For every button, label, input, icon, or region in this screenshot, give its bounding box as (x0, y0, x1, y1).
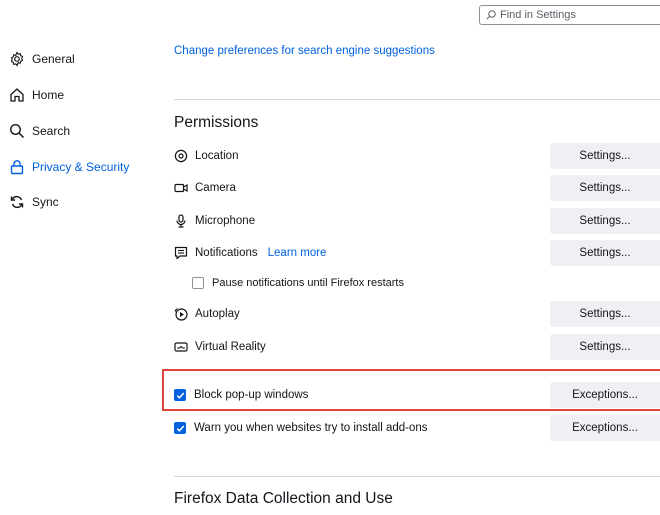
block-popups-option[interactable]: Block pop-up windows (174, 385, 308, 405)
sidebar-item-search[interactable]: Search (8, 120, 70, 142)
section-divider (174, 476, 660, 477)
block-popups-exceptions-button[interactable]: Exceptions... (550, 382, 660, 408)
gear-icon (8, 50, 26, 68)
search-icon (8, 122, 26, 140)
microphone-settings-button[interactable]: Settings... (550, 208, 660, 234)
sidebar-item-label: Search (32, 124, 71, 138)
notifications-settings-button[interactable]: Settings... (550, 240, 660, 266)
sidebar-item-label: Sync (32, 195, 59, 209)
microphone-icon (174, 214, 188, 228)
permissions-heading: Permissions (174, 114, 259, 131)
warn-addons-exceptions-button[interactable]: Exceptions... (550, 415, 660, 441)
permission-row-camera: Camera (174, 178, 236, 198)
warn-addons-label: Warn you when websites try to install ad… (194, 422, 428, 434)
sidebar-item-label: Privacy & Security (32, 160, 130, 174)
permission-label: Microphone (195, 215, 256, 227)
permission-row-virtual-reality: Virtual Reality (174, 337, 266, 357)
permission-row-microphone: Microphone (174, 211, 255, 231)
location-icon (174, 149, 188, 163)
warn-addons-option[interactable]: Warn you when websites try to install ad… (174, 418, 428, 438)
data-collection-heading: Firefox Data Collection and Use (174, 490, 393, 507)
pause-notifications-option[interactable]: Pause notifications until Firefox restar… (192, 273, 404, 293)
warn-addons-checkbox[interactable] (174, 422, 186, 434)
search-suggestions-link[interactable]: Change preferences for search engine sug… (174, 45, 435, 57)
permission-label: Camera (195, 182, 236, 194)
sidebar-item-general[interactable]: General (8, 48, 75, 70)
location-settings-button[interactable]: Settings... (550, 143, 660, 169)
block-popups-label: Block pop-up windows (194, 389, 309, 401)
sidebar-item-label: General (32, 52, 75, 66)
camera-icon (174, 181, 188, 195)
search-placeholder: Find in Settings (500, 9, 576, 21)
notifications-icon (174, 246, 188, 260)
permission-row-notifications: Notifications Learn more (174, 243, 326, 263)
sidebar-item-home[interactable]: Home (8, 84, 64, 106)
sidebar-item-privacy-security[interactable]: Privacy & Security (8, 156, 129, 178)
permission-label: Notifications (195, 247, 258, 259)
block-popups-checkbox[interactable] (174, 389, 186, 401)
autoplay-settings-button[interactable]: Settings... (550, 301, 660, 327)
permission-label: Autoplay (195, 308, 240, 320)
sync-icon (8, 193, 26, 211)
permission-row-location: Location (174, 146, 238, 166)
permission-label: Location (195, 150, 239, 162)
section-divider (174, 99, 660, 100)
pause-notifications-label: Pause notifications until Firefox restar… (212, 277, 404, 289)
search-icon (486, 10, 496, 20)
notifications-learn-more-link[interactable]: Learn more (268, 247, 327, 259)
find-in-settings-input[interactable]: Find in Settings (479, 5, 660, 25)
vr-icon (174, 340, 188, 354)
lock-icon (8, 158, 26, 176)
autoplay-icon (174, 307, 188, 321)
permission-label: Virtual Reality (195, 341, 266, 353)
home-icon (8, 86, 26, 104)
sidebar-item-sync[interactable]: Sync (8, 191, 59, 213)
pause-notifications-checkbox[interactable] (192, 277, 204, 289)
sidebar-item-label: Home (32, 88, 65, 102)
camera-settings-button[interactable]: Settings... (550, 175, 660, 201)
vr-settings-button[interactable]: Settings... (550, 334, 660, 360)
permission-row-autoplay: Autoplay (174, 304, 240, 324)
